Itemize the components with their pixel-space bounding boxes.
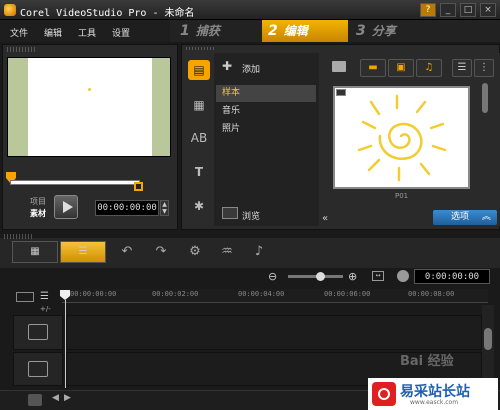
- text-category-icon[interactable]: T: [188, 162, 210, 182]
- show-video-icon[interactable]: ▬: [360, 59, 386, 77]
- site-url: www.easck.com: [410, 399, 459, 406]
- folder-icon[interactable]: [332, 61, 346, 72]
- menu-edit[interactable]: 编辑: [44, 26, 62, 39]
- timeline-grip[interactable]: [4, 234, 34, 239]
- library-folder-list: ✚ 添加 样本 音乐 照片 浏览: [214, 53, 319, 226]
- timeline-vscroll-thumb[interactable]: [484, 328, 492, 350]
- timecode-stepper[interactable]: ▲ ▼: [160, 200, 169, 216]
- add-icon[interactable]: ✚: [222, 59, 232, 73]
- ruler-label: 00:00:00:00: [70, 290, 117, 298]
- play-icon: [63, 201, 73, 213]
- site-logo-icon: [372, 382, 396, 406]
- fit-project-icon[interactable]: ↔: [372, 271, 384, 281]
- menu-tools[interactable]: 工具: [78, 26, 96, 39]
- zoom-slider[interactable]: [288, 272, 343, 281]
- preview-window: [7, 57, 171, 157]
- title-bar: Corel VideoStudio Pro - 未命名 ? _ □ ×: [0, 0, 500, 20]
- mode-project[interactable]: 项目: [30, 196, 46, 207]
- zoom-out-icon[interactable]: ⊖: [268, 270, 277, 283]
- maximize-button[interactable]: □: [460, 3, 476, 17]
- thumbnail-caption: P01: [395, 192, 409, 200]
- baidu-watermark: Bai 经验: [400, 354, 454, 369]
- record-capture-icon[interactable]: ⚙: [186, 243, 204, 261]
- browse-icon[interactable]: [222, 207, 238, 219]
- track-toggle[interactable]: +/-: [40, 305, 51, 313]
- transition-category-icon[interactable]: ▦: [188, 95, 210, 115]
- options-button[interactable]: 选项 ︽: [433, 210, 497, 225]
- scroll-left-icon[interactable]: ◀: [52, 393, 59, 403]
- video-track-icon: [28, 324, 48, 340]
- menu-settings[interactable]: 设置: [112, 26, 130, 39]
- overlay-track-icon: [28, 361, 48, 377]
- sound-mixer-icon[interactable]: ♒: [218, 243, 236, 261]
- add-folder-button[interactable]: 添加: [242, 62, 260, 75]
- tab-share[interactable]: 3 分享: [350, 20, 430, 42]
- redo-icon[interactable]: ↷: [152, 243, 170, 261]
- close-button[interactable]: ×: [480, 3, 496, 17]
- title-category-icon[interactable]: AB: [188, 128, 210, 148]
- mode-clip[interactable]: 素材: [30, 208, 46, 219]
- help-button[interactable]: ?: [420, 3, 436, 17]
- ruler-label: 00:00:06:00: [324, 290, 371, 298]
- window-title: Corel VideoStudio Pro - 未命名: [20, 8, 195, 19]
- panel-grip[interactable]: [7, 47, 37, 52]
- trim-end-handle[interactable]: [134, 182, 143, 191]
- sun-dot: [88, 88, 91, 91]
- library-category-bar: ▤ ▦ AB T ✱: [184, 50, 214, 225]
- player-timecode[interactable]: 00:00:00:00: [95, 200, 159, 216]
- overlay-track-header[interactable]: [13, 352, 63, 386]
- preview-canvas: [28, 58, 152, 156]
- zoom-in-icon[interactable]: ⊕: [348, 270, 357, 283]
- play-button[interactable]: [54, 195, 78, 219]
- zoom-slider-knob[interactable]: [316, 272, 325, 281]
- auto-music-icon[interactable]: ♪: [250, 243, 268, 261]
- library-item[interactable]: 音乐: [216, 103, 316, 120]
- graphics-category-icon[interactable]: ✱: [188, 196, 210, 216]
- site-name: 易采站长站: [400, 384, 470, 400]
- chevron-up-icon: ︽: [481, 212, 491, 222]
- timeline-view-button[interactable]: ☰: [60, 241, 106, 263]
- track-manager-icon[interactable]: [16, 292, 34, 302]
- browse-button[interactable]: 浏览: [242, 209, 260, 222]
- sort-icon[interactable]: ⋮: [474, 59, 494, 77]
- list-view-icon[interactable]: ☰: [452, 59, 472, 77]
- show-audio-icon[interactable]: ♫: [416, 59, 442, 77]
- video-track[interactable]: [66, 315, 482, 350]
- tab-capture[interactable]: 1 捕获: [174, 20, 254, 42]
- menu-file[interactable]: 文件: [10, 26, 28, 39]
- clock-icon: [397, 270, 409, 282]
- sample-thumbnail[interactable]: [333, 86, 470, 189]
- library-item[interactable]: 样本: [216, 85, 316, 102]
- app-logo-icon: [4, 4, 16, 16]
- collapse-library-icon[interactable]: «: [322, 213, 334, 225]
- sun-drawing: [357, 94, 447, 182]
- chapter-list-icon[interactable]: ☰: [40, 291, 49, 302]
- scrub-bar[interactable]: [10, 180, 140, 185]
- library-scrollbar[interactable]: [482, 83, 488, 113]
- minimize-button[interactable]: _: [440, 3, 456, 17]
- scroll-right-icon[interactable]: ▶: [64, 393, 71, 403]
- storyboard-view-button[interactable]: ▦: [12, 241, 58, 263]
- menu-bar: 文件 编辑 工具 设置: [0, 20, 170, 42]
- ruler-label: 00:00:02:00: [152, 290, 199, 298]
- options-label: 选项: [451, 212, 470, 222]
- video-badge-icon: [336, 89, 346, 96]
- timeline-options-icon[interactable]: [28, 394, 42, 406]
- show-photo-icon[interactable]: ▣: [388, 59, 414, 77]
- undo-icon[interactable]: ↶: [118, 243, 136, 261]
- library-item[interactable]: 照片: [216, 121, 316, 138]
- step-tabs: 1 捕获 2 编辑 3 分享: [170, 20, 500, 42]
- media-category-icon[interactable]: ▤: [188, 60, 210, 80]
- ruler-label: 00:00:04:00: [238, 290, 285, 298]
- project-duration[interactable]: 0:00:00:00: [414, 269, 490, 284]
- tab-edit[interactable]: 2 编辑: [262, 20, 348, 42]
- timeline-ruler[interactable]: 00:00:00:00 00:00:02:00 00:00:04:00 00:0…: [62, 289, 488, 303]
- video-track-header[interactable]: [13, 315, 63, 350]
- ruler-label: 00:00:08:00: [408, 290, 455, 298]
